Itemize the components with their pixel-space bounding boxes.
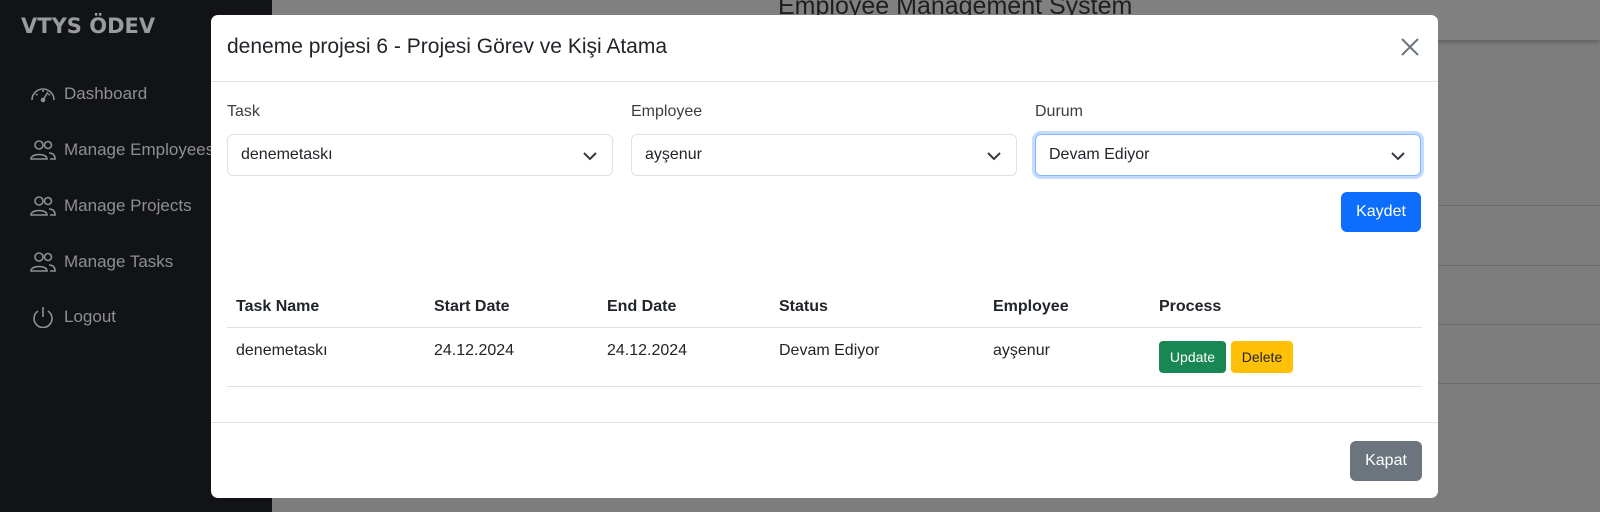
chevron-down-icon [583, 152, 597, 161]
chevron-down-icon [987, 152, 1001, 161]
employee-label: Employee [631, 103, 703, 120]
background-row-divider [1438, 324, 1600, 325]
modal-footer-divider [211, 422, 1438, 423]
status-label: Durum [1035, 103, 1084, 120]
sidebar-item-manage-tasks[interactable]: Manage Tasks [30, 251, 173, 273]
table-header-employee: Employee [993, 298, 1069, 315]
brand-title: VTYS ÖDEV [21, 14, 156, 38]
table-row-divider [227, 386, 1422, 387]
sidebar-item-manage-employees[interactable]: Manage Employees [30, 139, 214, 161]
table-header-end-date: End Date [607, 298, 677, 315]
cell-task-name: denemetaskı [236, 342, 328, 359]
table-header-status: Status [779, 298, 828, 315]
people-icon [30, 252, 56, 272]
sidebar-item-label: Manage Tasks [64, 252, 174, 271]
cell-start-date: 24.12.2024 [434, 342, 515, 359]
people-icon [30, 196, 56, 216]
sidebar-item-manage-projects[interactable]: Manage Projects [30, 195, 192, 217]
task-select[interactable]: denemetaskı [227, 134, 613, 176]
sidebar-item-label: Manage Projects [64, 196, 192, 215]
sidebar-item-label: Manage Employees [64, 140, 215, 159]
modal-header: deneme projesi 6 - Projesi Görev ve Kişi… [211, 15, 1438, 82]
assign-task-modal: deneme projesi 6 - Projesi Görev ve Kişi… [211, 15, 1438, 498]
table-header-process: Process [1159, 298, 1222, 315]
close-button[interactable]: Kapat [1350, 441, 1422, 481]
table-header-divider [227, 327, 1422, 328]
update-button[interactable]: Update [1159, 341, 1226, 373]
sidebar-item-logout[interactable]: Logout [30, 306, 116, 328]
employee-select[interactable]: ayşenur [631, 134, 1017, 176]
background-row-divider [1438, 265, 1600, 266]
cell-employee: ayşenur [993, 342, 1050, 359]
status-select-value: Devam Ediyor [1049, 146, 1150, 163]
sidebar-item-label: Dashboard [64, 84, 148, 103]
save-button[interactable]: Kaydet [1341, 192, 1421, 232]
people-icon [30, 140, 56, 160]
employee-select-value: ayşenur [645, 146, 702, 163]
background-row-divider [1438, 205, 1600, 206]
table-header-start-date: Start Date [434, 298, 510, 315]
speedometer-icon [31, 88, 55, 103]
sidebar-item-dashboard[interactable]: Dashboard [30, 83, 147, 105]
status-select[interactable]: Devam Ediyor [1035, 134, 1421, 176]
delete-button[interactable]: Delete [1231, 341, 1293, 373]
table-header-task-name: Task Name [236, 298, 320, 315]
cell-status: Devam Ediyor [779, 342, 880, 359]
task-label: Task [227, 103, 260, 120]
background-row-divider [1438, 383, 1600, 384]
close-icon[interactable] [1398, 35, 1422, 59]
chevron-down-icon [1391, 152, 1405, 161]
power-icon [33, 307, 53, 328]
modal-title: deneme projesi 6 - Projesi Görev ve Kişi… [227, 35, 668, 58]
sidebar-item-label: Logout [64, 307, 116, 326]
task-select-value: denemetaskı [241, 146, 333, 163]
cell-end-date: 24.12.2024 [607, 342, 688, 359]
